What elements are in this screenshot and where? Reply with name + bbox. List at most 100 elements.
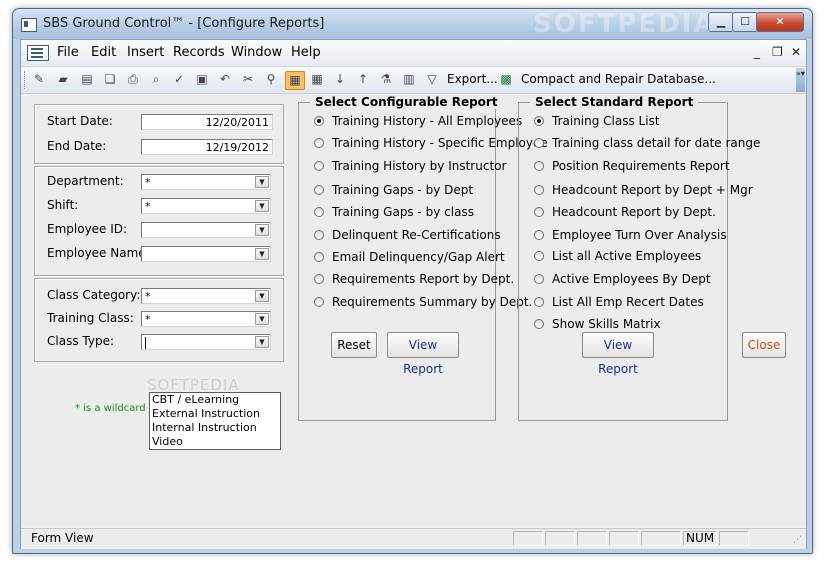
standard-option-4[interactable]: Headcount Report by Dept. <box>552 205 716 219</box>
configurable-radio-4[interactable] <box>314 207 324 217</box>
standard-option-6[interactable]: List all Active Employees <box>552 249 701 263</box>
standard-option-9[interactable]: Show Skills Matrix <box>552 317 661 331</box>
filter-by-form-icon[interactable]: ▥ <box>400 71 418 88</box>
configurable-option-3[interactable]: Training Gaps - by Dept <box>332 183 473 197</box>
chevron-down-icon[interactable]: ▼ <box>255 224 269 236</box>
print-icon[interactable]: ⎙ <box>124 71 142 88</box>
configurable-option-1[interactable]: Training History - Specific Employee <box>332 136 548 150</box>
toolbar-grip[interactable] <box>24 71 28 89</box>
datasheet-view-icon[interactable]: ▦ <box>308 71 326 88</box>
class-type-option-2[interactable]: Internal Instruction <box>152 421 257 434</box>
standard-option-1[interactable]: Training class detail for date range <box>552 136 760 150</box>
app-icon[interactable] <box>21 18 37 32</box>
new-record-icon[interactable]: ▤ <box>78 71 96 88</box>
standard-option-3[interactable]: Headcount Report by Dept + Mgr <box>552 183 753 197</box>
standard-radio-0[interactable] <box>534 116 544 126</box>
standard-option-5[interactable]: Employee Turn Over Analysis <box>552 228 727 242</box>
standard-radio-5[interactable] <box>534 230 544 240</box>
class-type-option-1[interactable]: External Instruction <box>152 407 260 420</box>
configurable-option-8[interactable]: Requirements Summary by Dept. <box>332 295 532 309</box>
menu-records[interactable]: Records <box>173 45 225 60</box>
class-type-option-0[interactable]: CBT / eLearning <box>152 393 239 406</box>
configurable-radio-0[interactable] <box>314 116 324 126</box>
department-combo[interactable]: * ▼ <box>141 174 271 190</box>
configurable-radio-6[interactable] <box>314 252 324 262</box>
form-view-icon[interactable]: ▦ <box>285 71 305 90</box>
employee-id-combo[interactable]: ▼ <box>141 222 271 238</box>
standard-option-2[interactable]: Position Requirements Report <box>552 159 730 173</box>
standard-radio-1[interactable] <box>534 138 544 148</box>
maximize-button[interactable]: ☐ <box>732 12 758 32</box>
mdi-restore-button[interactable]: ❐ <box>772 45 783 59</box>
configurable-radio-2[interactable] <box>314 161 324 171</box>
chevron-down-icon[interactable]: ▼ <box>255 336 269 348</box>
minimize-button[interactable]: ▁ <box>708 12 734 32</box>
spelling-icon[interactable]: ✓ <box>170 71 188 88</box>
end-date-input[interactable]: 12/19/2012 <box>141 139 273 155</box>
mdi-minimize-button[interactable]: _ <box>754 45 760 59</box>
configurable-radio-1[interactable] <box>314 138 324 148</box>
chevron-down-icon[interactable]: ▼ <box>255 313 269 325</box>
filter-by-selection-icon[interactable]: ⚗ <box>377 71 395 88</box>
standard-radio-9[interactable] <box>534 319 544 329</box>
configurable-option-6[interactable]: Email Delinquency/Gap Alert <box>332 250 505 264</box>
chevron-down-icon[interactable]: ▼ <box>255 200 269 212</box>
open-folder-icon[interactable]: ▰ <box>54 71 72 88</box>
class-type-combo[interactable]: ▼ <box>141 334 271 350</box>
configurable-option-5[interactable]: Delinquent Re-Certifications <box>332 228 501 242</box>
view-configurable-report-button[interactable]: View Report <box>387 332 459 376</box>
reset-button[interactable]: Reset <box>331 332 377 358</box>
configurable-radio-3[interactable] <box>314 185 324 195</box>
standard-radio-3[interactable] <box>534 185 544 195</box>
sort-ascending-icon[interactable]: ↓ <box>331 71 349 88</box>
standard-radio-2[interactable] <box>534 161 544 171</box>
resize-grip-icon[interactable]: ⋰ <box>793 535 802 545</box>
standard-option-0[interactable]: Training Class List <box>552 114 660 128</box>
close-form-button[interactable]: Close <box>742 332 786 358</box>
class-type-option-3[interactable]: Video <box>152 435 183 448</box>
chevron-down-icon[interactable]: ▼ <box>255 176 269 188</box>
standard-radio-6[interactable] <box>534 251 544 261</box>
mdi-close-button[interactable]: ✕ <box>791 45 801 59</box>
export-button[interactable]: Export... <box>447 72 498 86</box>
chevron-down-icon[interactable]: ▼ <box>255 248 269 260</box>
configurable-radio-8[interactable] <box>314 297 324 307</box>
configurable-option-7[interactable]: Requirements Report by Dept. <box>332 272 514 286</box>
menu-edit[interactable]: Edit <box>91 45 116 60</box>
standard-radio-7[interactable] <box>534 274 544 284</box>
title-bar[interactable]: SBS Ground Control™ - [Configure Reports… <box>13 9 812 39</box>
sort-descending-icon[interactable]: ↑ <box>354 71 372 88</box>
view-standard-report-button[interactable]: View Report <box>582 332 654 376</box>
excel-icon[interactable]: ▩ <box>497 71 515 88</box>
configurable-option-2[interactable]: Training History by Instructor <box>332 159 506 173</box>
start-date-input[interactable]: 12/20/2011 <box>141 114 273 130</box>
document-icon[interactable] <box>27 45 49 61</box>
undo-icon[interactable]: ↶ <box>216 71 234 88</box>
configurable-radio-7[interactable] <box>314 274 324 284</box>
standard-radio-8[interactable] <box>534 297 544 307</box>
copy-icon[interactable]: ❏ <box>101 71 119 88</box>
print-preview-icon[interactable]: ⌕ <box>147 71 165 88</box>
training-class-combo[interactable]: * ▼ <box>141 311 271 327</box>
standard-option-7[interactable]: Active Employees By Dept <box>552 272 711 286</box>
paste-icon[interactable]: ▣ <box>193 71 211 88</box>
menu-window[interactable]: Window <box>231 45 282 60</box>
configurable-option-4[interactable]: Training Gaps - by class <box>332 205 474 219</box>
configurable-option-0[interactable]: Training History - All Employees <box>332 114 522 128</box>
filter-icon[interactable]: ▽ <box>423 71 441 88</box>
delete-record-icon[interactable]: ✂ <box>239 71 257 88</box>
menu-help[interactable]: Help <box>291 45 321 60</box>
toolbar-overflow-icon[interactable]: »▾ <box>796 68 805 92</box>
menu-insert[interactable]: Insert <box>127 45 164 60</box>
employee-name-combo[interactable]: ▼ <box>141 246 271 262</box>
chevron-down-icon[interactable]: ▼ <box>255 290 269 302</box>
standard-option-8[interactable]: List All Emp Recert Dates <box>552 295 704 309</box>
find-icon[interactable]: ⚲ <box>262 71 280 88</box>
configurable-radio-5[interactable] <box>314 230 324 240</box>
class-category-combo[interactable]: * ▼ <box>141 288 271 304</box>
compact-repair-button[interactable]: Compact and Repair Database... <box>521 72 716 86</box>
standard-radio-4[interactable] <box>534 207 544 217</box>
menu-file[interactable]: File <box>57 45 79 60</box>
close-window-button[interactable]: ✕ <box>756 12 804 32</box>
shift-combo[interactable]: * ▼ <box>141 198 271 214</box>
